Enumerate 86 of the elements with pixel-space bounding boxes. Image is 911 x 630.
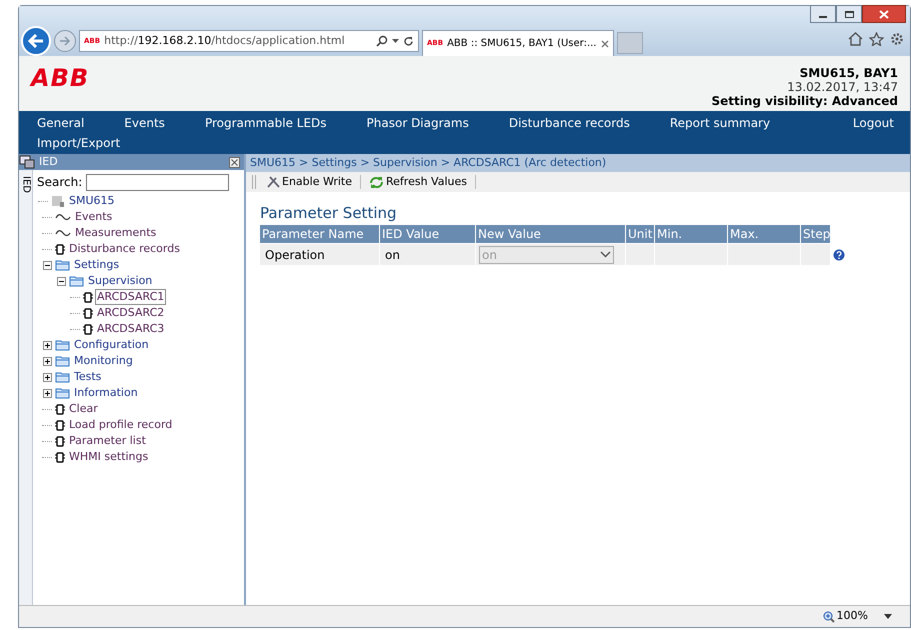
toolbar-button[interactable]: Refresh Values bbox=[367, 174, 469, 190]
zoom-icon bbox=[822, 610, 835, 622]
module-icon bbox=[55, 404, 65, 414]
nav-link[interactable]: Disturbance records bbox=[508, 113, 630, 133]
wave-icon bbox=[55, 228, 71, 238]
tree-item[interactable]: Clear bbox=[67, 401, 100, 417]
device-name: SMU615, BAY1 bbox=[800, 66, 898, 80]
nav-link[interactable]: Programmable LEDs bbox=[204, 113, 327, 133]
module-icon bbox=[55, 420, 65, 430]
close-icon bbox=[879, 10, 889, 18]
refresh-icon[interactable] bbox=[403, 36, 414, 46]
computer-icon bbox=[19, 155, 35, 169]
nav-link[interactable]: Logout bbox=[852, 113, 894, 133]
folder-icon bbox=[55, 387, 70, 399]
back-button[interactable] bbox=[21, 26, 51, 56]
help-icon[interactable] bbox=[833, 249, 845, 261]
nav-link[interactable]: Events bbox=[124, 113, 165, 133]
folder-icon bbox=[55, 339, 70, 351]
nav-link[interactable]: Phasor Diagrams bbox=[366, 113, 469, 133]
minimize-button[interactable] bbox=[810, 5, 836, 23]
tree-item[interactable]: Measurements bbox=[73, 225, 158, 241]
wave-icon bbox=[55, 212, 71, 222]
tree-item[interactable]: Disturbance records bbox=[67, 241, 182, 257]
toolbar-button[interactable]: Enable Write bbox=[264, 174, 354, 190]
module-icon bbox=[55, 452, 65, 462]
dropdown-arrow-icon[interactable] bbox=[884, 614, 892, 619]
table-cell: Operation bbox=[260, 244, 380, 265]
expand-icon[interactable] bbox=[42, 356, 52, 366]
nav-link[interactable]: General bbox=[37, 113, 84, 133]
device-icon bbox=[51, 194, 65, 208]
module-icon bbox=[83, 308, 93, 318]
tree-item[interactable]: Information bbox=[72, 385, 140, 401]
home-icon[interactable] bbox=[848, 32, 863, 46]
module-icon bbox=[83, 292, 93, 302]
chevron-down-icon bbox=[600, 251, 611, 258]
search-field[interactable] bbox=[86, 174, 230, 190]
collapse-icon[interactable] bbox=[42, 260, 52, 270]
maximize-button[interactable] bbox=[836, 5, 862, 23]
sidebar-title: IED bbox=[39, 154, 59, 170]
tree-item[interactable]: ARCDSARC1 bbox=[95, 289, 166, 305]
close-button[interactable] bbox=[862, 5, 906, 23]
nav-link[interactable]: Import/Export bbox=[37, 133, 894, 153]
open-folder-icon bbox=[69, 275, 84, 287]
expand-icon[interactable] bbox=[42, 388, 52, 398]
open-folder-icon bbox=[55, 259, 70, 271]
expand-icon[interactable] bbox=[42, 340, 52, 350]
tree-item[interactable]: Monitoring bbox=[72, 353, 135, 369]
tree-item[interactable]: Load profile record bbox=[67, 417, 174, 433]
tree-item[interactable]: ARCDSARC3 bbox=[95, 321, 166, 337]
arrow-right-icon bbox=[59, 36, 71, 46]
logo: ABB bbox=[31, 66, 90, 94]
dropdown-arrow-icon[interactable] bbox=[392, 38, 399, 44]
tree-item[interactable]: Parameter list bbox=[67, 433, 148, 449]
search-icon[interactable] bbox=[376, 35, 388, 47]
tree-item[interactable]: Settings bbox=[72, 257, 122, 273]
collapse-icon[interactable] bbox=[56, 276, 66, 286]
refresh-icon bbox=[369, 176, 384, 188]
folder-icon bbox=[55, 371, 70, 383]
tab-title: ABB :: SMU615, BAY1 (User:... bbox=[447, 37, 596, 51]
zoom-level[interactable]: 100% bbox=[822, 608, 868, 625]
expand-icon[interactable] bbox=[42, 372, 52, 382]
folder-icon bbox=[55, 355, 70, 367]
arrow-left-icon bbox=[28, 34, 44, 48]
breadcrumb: SMU615 > Settings > Supervision > ARCDSARC1 (Arc detection) bbox=[246, 154, 910, 172]
tree-item[interactable]: Configuration bbox=[72, 337, 151, 353]
tree-item[interactable]: Tests bbox=[72, 369, 104, 385]
tree-item[interactable]: ARCDSARC2 bbox=[95, 305, 166, 321]
nav-link[interactable]: Report summary bbox=[670, 113, 770, 133]
tree-item[interactable]: Events bbox=[73, 209, 114, 225]
url-text: http://192.168.2.10/htdocs/application.html bbox=[104, 32, 346, 49]
module-icon bbox=[83, 324, 93, 334]
close-icon[interactable] bbox=[600, 40, 608, 48]
module-icon bbox=[55, 436, 65, 446]
settings-icon[interactable] bbox=[890, 32, 904, 46]
tree-item[interactable]: Supervision bbox=[86, 273, 154, 289]
tree-item[interactable]: SMU615 bbox=[67, 193, 117, 209]
search-label: Search: bbox=[37, 174, 82, 191]
close-icon[interactable] bbox=[229, 156, 240, 168]
star-icon[interactable] bbox=[869, 32, 884, 46]
tree-item[interactable]: WHMI settings bbox=[67, 449, 150, 465]
table-cell: on bbox=[380, 244, 476, 265]
section-title: Parameter Setting bbox=[260, 204, 398, 222]
side-tab[interactable]: IED bbox=[20, 176, 32, 193]
module-icon bbox=[55, 244, 65, 254]
setting-visibility: Setting visibility: Advanced bbox=[711, 94, 898, 108]
date-time: 13.02.2017, 13:47 bbox=[787, 80, 898, 94]
